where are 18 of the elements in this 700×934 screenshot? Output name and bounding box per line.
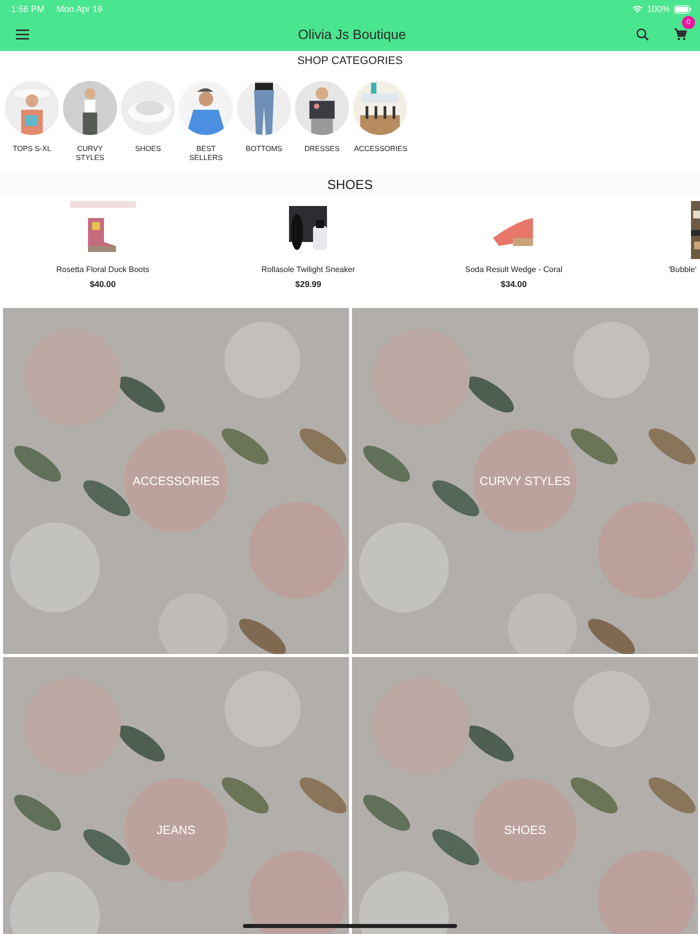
battery-icon <box>674 4 692 14</box>
status-time: 1:56 PM <box>11 4 45 14</box>
product-name[interactable]: 'Bubble' <box>668 265 696 274</box>
menu-icon <box>14 28 30 41</box>
status-date: Mon Apr 19 <box>56 4 103 14</box>
product-name[interactable]: Soda Result Wedge - Coral <box>465 265 562 274</box>
section-title: SHOP CATEGORIES <box>297 55 403 67</box>
product-name[interactable]: Rosetta Floral Duck Boots <box>56 265 150 274</box>
app-title: Olivia Js Boutique <box>296 27 408 42</box>
product-price: $40.00 <box>90 279 116 289</box>
product-name[interactable]: Rollasole Twilight Sneaker <box>261 265 356 274</box>
search-icon <box>634 28 650 41</box>
product-price: $34.00 <box>500 279 527 289</box>
wifi-icon <box>632 5 643 13</box>
product-price: $29.99 <box>295 279 322 289</box>
section-title: SHOES <box>327 176 373 192</box>
cart-icon <box>672 28 688 41</box>
battery-level: 100% <box>646 4 670 14</box>
